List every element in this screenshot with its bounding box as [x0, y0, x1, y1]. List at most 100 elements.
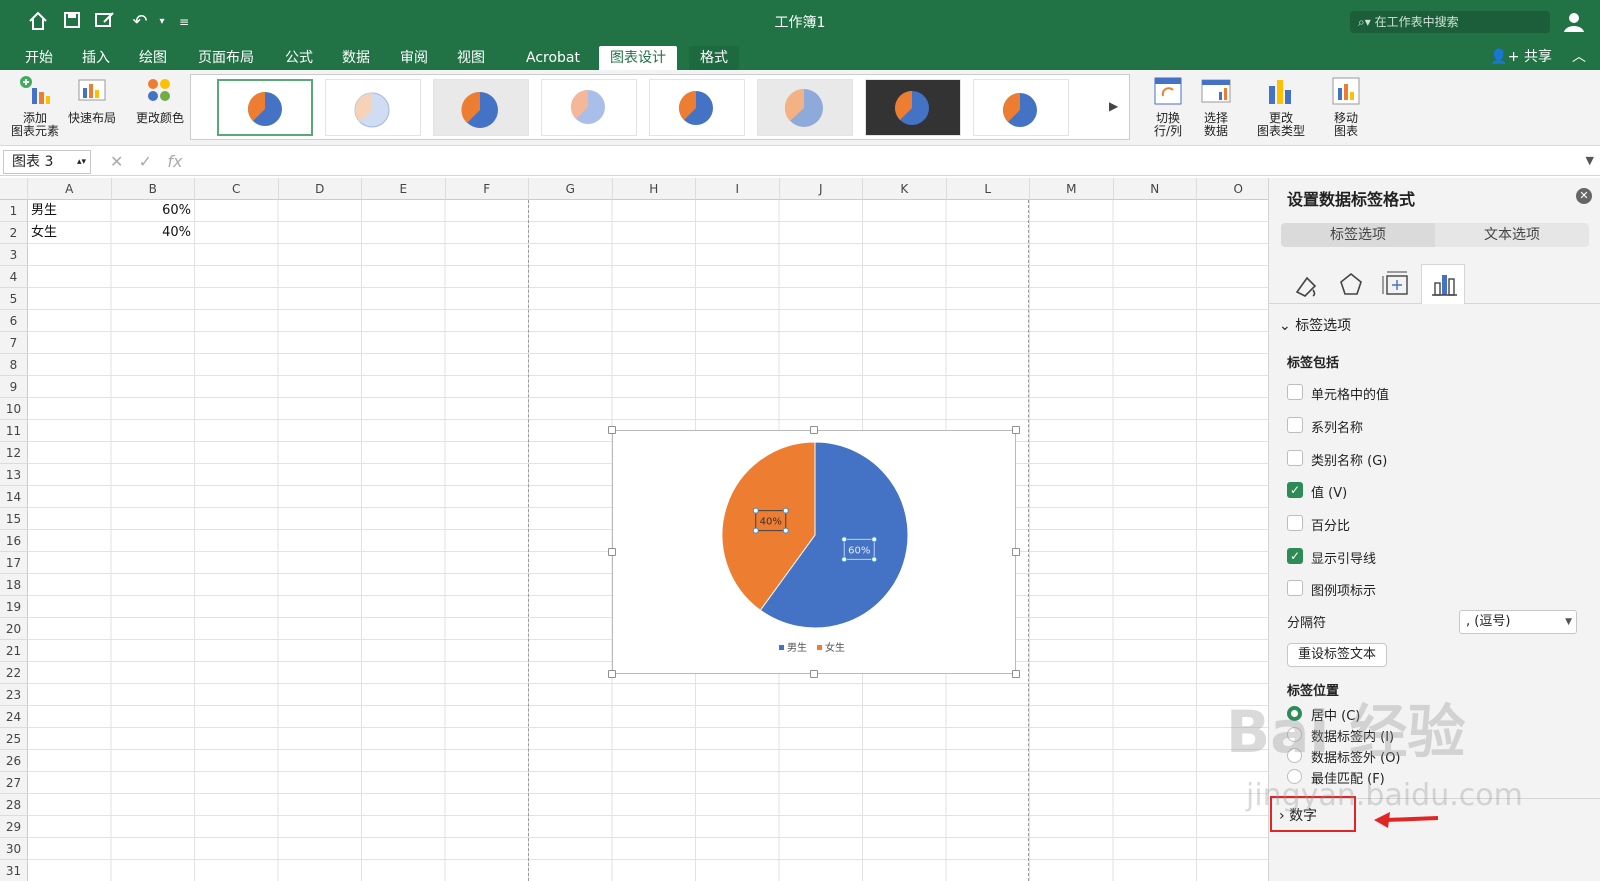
tab-page-layout[interactable]: 页面布局 [187, 46, 265, 70]
resize-handle-se[interactable] [1012, 670, 1020, 678]
reset-label-text-button[interactable]: 重设标签文本 [1287, 643, 1388, 667]
column-header-M[interactable]: M [1030, 178, 1114, 200]
tab-acrobat[interactable]: Acrobat [515, 46, 591, 70]
row-header-11[interactable]: 11 [0, 420, 28, 442]
checkbox-percentage[interactable] [1287, 515, 1303, 531]
switch-row-col-button[interactable]: 切换 行/列 [1146, 74, 1190, 138]
collapse-ribbon-icon[interactable]: ︿ [1572, 46, 1586, 66]
column-header-K[interactable]: K [863, 178, 947, 200]
column-header-I[interactable]: I [696, 178, 780, 200]
row-header-8[interactable]: 8 [0, 354, 28, 376]
change-colors-button[interactable]: 更改颜色 [134, 74, 186, 125]
chart-style-7[interactable] [865, 79, 961, 136]
cell-A1[interactable]: 男生 [28, 200, 111, 222]
effects-icon[interactable] [1329, 264, 1373, 304]
fill-line-icon[interactable] [1283, 264, 1327, 304]
resize-handle-nw[interactable] [608, 426, 616, 434]
column-header-D[interactable]: D [278, 178, 362, 200]
row-header-24[interactable]: 24 [0, 706, 28, 728]
row-header-28[interactable]: 28 [0, 794, 28, 816]
row-header-23[interactable]: 23 [0, 684, 28, 706]
row-header-7[interactable]: 7 [0, 332, 28, 354]
checkbox-category-name[interactable] [1287, 450, 1303, 466]
search-input[interactable]: ⌕▾ 在工作表中搜索 [1350, 11, 1550, 33]
tab-format[interactable]: 格式 [689, 46, 739, 70]
checkbox-legend-key[interactable] [1287, 580, 1303, 596]
pie-chart[interactable]: 60% 40% 男生 女生 [612, 430, 1016, 674]
row-header-16[interactable]: 16 [0, 530, 28, 552]
checkbox-leader-lines[interactable]: ✓ [1287, 548, 1303, 564]
column-header-C[interactable]: C [195, 178, 279, 200]
tab-formulas[interactable]: 公式 [274, 46, 324, 70]
gallery-next-icon[interactable]: ▶ [1109, 99, 1118, 113]
row-header-13[interactable]: 13 [0, 464, 28, 486]
cell-A2[interactable]: 女生 [28, 222, 111, 244]
legend-label-男生[interactable]: 男生 [787, 641, 807, 654]
resize-handle-ne[interactable] [1012, 426, 1020, 434]
confirm-icon[interactable]: ✓ [139, 152, 152, 171]
share-button[interactable]: 👤+ 共享 [1490, 46, 1552, 66]
row-header-18[interactable]: 18 [0, 574, 28, 596]
tab-draw[interactable]: 绘图 [128, 46, 178, 70]
tab-view[interactable]: 视图 [446, 46, 496, 70]
row-header-9[interactable]: 9 [0, 376, 28, 398]
column-header-E[interactable]: E [362, 178, 446, 200]
chart-style-4[interactable] [541, 79, 637, 136]
tab-home[interactable]: 开始 [14, 46, 64, 70]
cell-B1[interactable]: 60% [111, 200, 194, 222]
row-header-26[interactable]: 26 [0, 750, 28, 772]
row-header-5[interactable]: 5 [0, 288, 28, 310]
name-box-stepper-icon[interactable]: ▴▾ [77, 151, 86, 173]
column-header-H[interactable]: H [612, 178, 696, 200]
resize-handle-e[interactable] [1012, 548, 1020, 556]
row-header-1[interactable]: 1 [0, 200, 28, 222]
legend-label-女生[interactable]: 女生 [825, 641, 845, 654]
tab-label-options[interactable]: 标签选项 [1281, 223, 1435, 247]
row-header-25[interactable]: 25 [0, 728, 28, 750]
user-icon[interactable] [1562, 10, 1586, 34]
cancel-icon[interactable]: ✕ [110, 152, 123, 171]
column-header-O[interactable]: O [1197, 178, 1268, 200]
column-header-G[interactable]: G [529, 178, 613, 200]
row-header-21[interactable]: 21 [0, 640, 28, 662]
select-data-button[interactable]: 选择 数据 [1194, 74, 1238, 138]
separator-select[interactable]: , (逗号) ▼ [1459, 610, 1577, 634]
row-header-29[interactable]: 29 [0, 816, 28, 838]
tab-data[interactable]: 数据 [331, 46, 381, 70]
column-header-A[interactable]: A [28, 178, 112, 200]
row-header-4[interactable]: 4 [0, 266, 28, 288]
checkbox-value[interactable]: ✓ [1287, 482, 1303, 498]
resize-handle-sw[interactable] [608, 670, 616, 678]
quick-layout-button[interactable]: 快速布局 [66, 74, 118, 125]
chart-style-5[interactable] [649, 79, 745, 136]
row-header-10[interactable]: 10 [0, 398, 28, 420]
column-header-L[interactable]: L [946, 178, 1030, 200]
row-header-15[interactable]: 15 [0, 508, 28, 530]
chart-style-3[interactable] [433, 79, 529, 136]
tab-text-options[interactable]: 文本选项 [1435, 223, 1589, 247]
chart-style-8[interactable] [973, 79, 1069, 136]
select-all-corner[interactable] [0, 178, 28, 200]
chart-style-1[interactable] [217, 79, 313, 136]
column-header-B[interactable]: B [111, 178, 195, 200]
chart-style-6[interactable] [757, 79, 853, 136]
cell-B2[interactable]: 40% [111, 222, 194, 244]
expand-formula-icon[interactable]: ▼ [1586, 154, 1594, 167]
row-header-6[interactable]: 6 [0, 310, 28, 332]
column-header-N[interactable]: N [1113, 178, 1197, 200]
section-label-options[interactable]: ⌄ 标签选项 [1279, 315, 1351, 335]
row-header-30[interactable]: 30 [0, 838, 28, 860]
checkbox-series-name[interactable] [1287, 417, 1303, 433]
tab-insert[interactable]: 插入 [71, 46, 121, 70]
row-header-12[interactable]: 12 [0, 442, 28, 464]
name-box[interactable]: 图表 3 ▴▾ [3, 150, 91, 174]
row-header-3[interactable]: 3 [0, 244, 28, 266]
change-chart-type-button[interactable]: 更改 图表类型 [1252, 74, 1310, 138]
row-header-22[interactable]: 22 [0, 662, 28, 684]
row-header-19[interactable]: 19 [0, 596, 28, 618]
chart-style-2[interactable] [325, 79, 421, 136]
close-icon[interactable]: ✕ [1576, 188, 1592, 204]
size-properties-icon[interactable] [1375, 264, 1419, 304]
row-header-2[interactable]: 2 [0, 222, 28, 244]
label-options-icon[interactable] [1421, 264, 1465, 304]
